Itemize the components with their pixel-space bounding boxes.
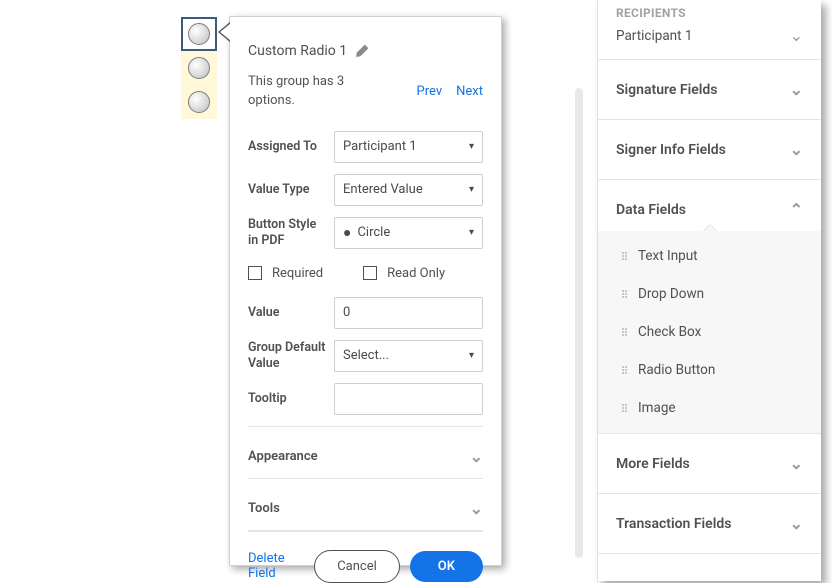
appearance-section-label: Appearance	[248, 449, 318, 464]
assigned-to-value: Participant 1	[343, 139, 417, 154]
panel-title: Custom Radio 1	[248, 43, 347, 59]
assigned-to-label: Assigned To	[248, 139, 326, 155]
drag-handle-icon	[622, 252, 628, 260]
panel-pointer-icon	[218, 22, 230, 42]
data-fields-label: Data Fields	[616, 202, 686, 218]
signature-fields-label: Signature Fields	[616, 82, 718, 98]
signer-info-fields-label: Signer Info Fields	[616, 142, 726, 158]
sidebar-item-label: Image	[638, 400, 676, 416]
drag-handle-icon	[622, 404, 628, 412]
sidebar-item-text-input[interactable]: Text Input	[598, 237, 821, 275]
value-type-value: Entered Value	[343, 182, 423, 197]
cancel-button[interactable]: Cancel	[314, 550, 400, 583]
data-fields-section[interactable]: Data Fields ⌃	[598, 180, 821, 231]
read-only-checkbox[interactable]	[363, 266, 377, 280]
chevron-down-icon: ⌄	[790, 514, 803, 533]
sidebar-item-label: Radio Button	[638, 362, 715, 378]
drag-handle-icon	[622, 290, 628, 298]
tools-section-toggle[interactable]: Tools ⌄	[248, 478, 483, 531]
assigned-to-select[interactable]: Participant 1	[334, 131, 483, 163]
sidebar-item-image[interactable]: Image	[598, 389, 821, 427]
sidebar-item-drop-down[interactable]: Drop Down	[598, 275, 821, 313]
group-default-label: Group Default Value	[248, 340, 326, 371]
signer-info-fields-section[interactable]: Signer Info Fields ⌄	[598, 120, 821, 179]
chevron-down-icon: ⌄	[790, 140, 803, 159]
recipients-heading: RECIPIENTS	[598, 0, 821, 26]
fields-sidebar: RECIPIENTS Participant 1 ⌄ Signature Fie…	[597, 0, 821, 581]
radio-option-2[interactable]	[181, 51, 217, 85]
tools-section-label: Tools	[248, 501, 280, 516]
radio-button-group	[181, 17, 217, 119]
more-fields-section[interactable]: More Fields ⌄	[598, 434, 821, 493]
more-fields-label: More Fields	[616, 456, 690, 472]
value-input[interactable]: 0	[334, 297, 483, 329]
chevron-down-icon: ⌄	[790, 454, 803, 473]
value-label: Value	[248, 305, 326, 321]
value-input-text: 0	[343, 305, 350, 320]
radio-option-1[interactable]	[181, 17, 217, 51]
required-label: Required	[272, 266, 323, 281]
group-default-value: Select...	[343, 348, 389, 363]
radio-option-3[interactable]	[181, 85, 217, 119]
data-fields-items: Text Input Drop Down Check Box Radio But…	[598, 231, 821, 433]
transaction-fields-label: Transaction Fields	[616, 516, 731, 532]
next-link[interactable]: Next	[456, 84, 483, 99]
button-style-label: Button Style in PDF	[248, 217, 326, 248]
delete-field-link[interactable]: Delete Field	[248, 551, 304, 581]
sidebar-item-label: Text Input	[638, 248, 698, 264]
signature-fields-section[interactable]: Signature Fields ⌄	[598, 60, 821, 119]
drag-handle-icon	[622, 366, 628, 374]
recipient-value: Participant 1	[616, 28, 692, 44]
sidebar-item-label: Drop Down	[638, 286, 704, 302]
chevron-down-icon: ⌄	[790, 26, 803, 45]
transaction-fields-section[interactable]: Transaction Fields ⌄	[598, 494, 821, 553]
value-type-select[interactable]: Entered Value	[334, 174, 483, 206]
chevron-down-icon: ⌄	[790, 80, 803, 99]
drag-handle-icon	[622, 328, 628, 336]
tooltip-label: Tooltip	[248, 391, 326, 407]
radio-circle-icon	[188, 57, 210, 79]
ok-button[interactable]: OK	[410, 551, 483, 582]
prev-link[interactable]: Prev	[417, 84, 443, 99]
chevron-up-icon: ⌃	[790, 200, 803, 219]
field-properties-panel: Custom Radio 1 This group has 3 options.…	[229, 16, 502, 566]
chevron-down-icon: ⌄	[470, 447, 483, 466]
button-style-value: Circle	[357, 225, 390, 240]
pencil-icon[interactable]	[355, 44, 369, 58]
radio-circle-icon	[188, 91, 210, 113]
radio-circle-icon	[188, 23, 210, 45]
scrollbar-track[interactable]	[575, 88, 583, 558]
read-only-label: Read Only	[387, 266, 445, 281]
group-info-text: This group has 3 options.	[248, 73, 358, 111]
value-type-label: Value Type	[248, 182, 326, 198]
recipient-select[interactable]: Participant 1 ⌄	[598, 26, 821, 59]
sidebar-item-label: Check Box	[638, 324, 701, 340]
required-checkbox[interactable]	[248, 266, 262, 280]
chevron-down-icon: ⌄	[470, 499, 483, 518]
button-style-select[interactable]: ● Circle	[334, 217, 483, 249]
group-default-select[interactable]: Select...	[334, 340, 483, 372]
sidebar-item-check-box[interactable]: Check Box	[598, 313, 821, 351]
sidebar-item-radio-button[interactable]: Radio Button	[598, 351, 821, 389]
appearance-section-toggle[interactable]: Appearance ⌄	[248, 426, 483, 478]
tooltip-input[interactable]	[334, 383, 483, 415]
bullet-icon: ●	[343, 224, 351, 241]
